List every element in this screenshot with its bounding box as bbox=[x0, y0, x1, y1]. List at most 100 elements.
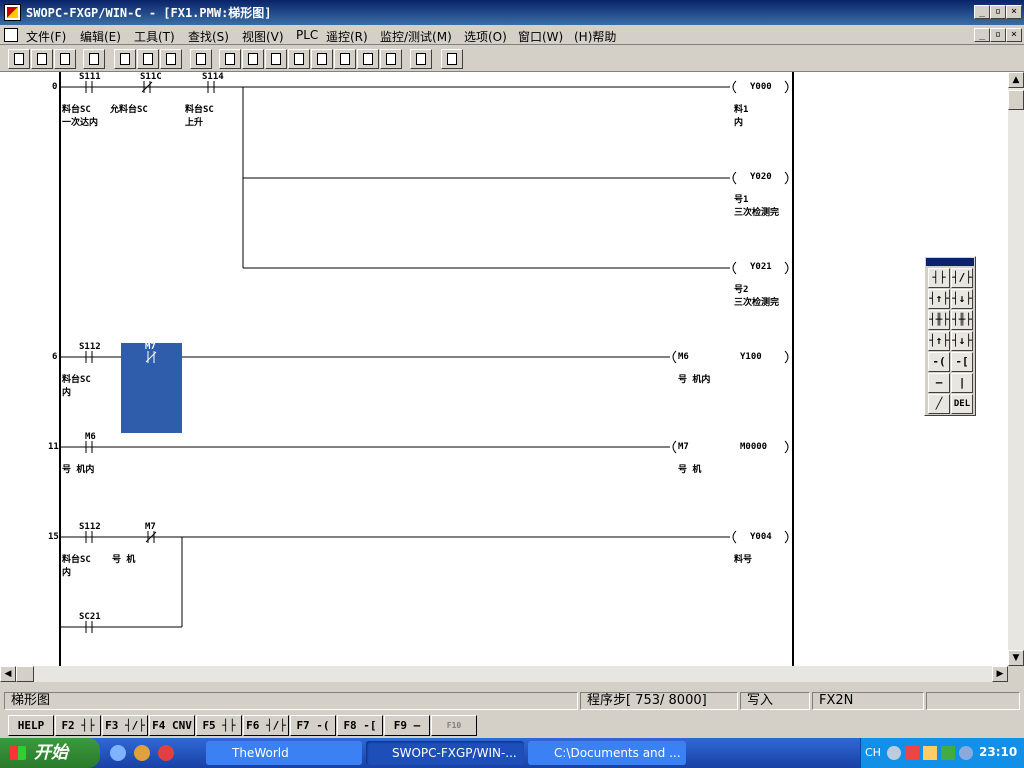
end-icon[interactable] bbox=[311, 49, 333, 69]
palette-rising-edge[interactable]: ┤╫├ bbox=[928, 310, 950, 330]
new-file-icon[interactable] bbox=[8, 49, 30, 69]
coil-label[interactable]: Y004 bbox=[750, 532, 772, 542]
tray-user-icon[interactable] bbox=[923, 746, 937, 760]
clock[interactable]: 23:10 bbox=[979, 745, 1017, 759]
vertical-scroll-thumb[interactable] bbox=[1008, 90, 1024, 110]
f9-line-key[interactable]: F9 — bbox=[384, 715, 430, 736]
contact-label[interactable]: S111 bbox=[79, 72, 101, 82]
minimize-button[interactable]: _ bbox=[974, 5, 990, 19]
doc-close-button[interactable]: × bbox=[1006, 28, 1022, 42]
coil-label[interactable]: Y100 bbox=[740, 352, 762, 362]
document-icon[interactable] bbox=[4, 28, 18, 42]
f2-no-contact-key[interactable]: F2 ┤├ bbox=[55, 715, 101, 736]
monitor-icon[interactable] bbox=[380, 49, 402, 69]
f10-key[interactable]: F10 bbox=[431, 715, 477, 736]
contact-label[interactable]: M7 bbox=[145, 522, 156, 532]
ie-icon[interactable] bbox=[110, 745, 126, 761]
scroll-right-icon[interactable]: ▶ bbox=[992, 666, 1008, 682]
ladder-canvas[interactable]: 0 6 11 15 S111 料台SC 一次达内 S11C 允料台SC S114… bbox=[0, 72, 1008, 666]
taskbar-item-swopc[interactable]: SWOPC-FXGP/WIN-... bbox=[366, 741, 524, 765]
app-icon[interactable] bbox=[4, 4, 21, 21]
menu-tools[interactable]: 工具(T) bbox=[134, 28, 175, 45]
palette-parallel-falling[interactable]: ┤↓├ bbox=[951, 331, 973, 351]
hex-icon[interactable] bbox=[334, 49, 356, 69]
contact-label[interactable]: S112 bbox=[79, 342, 101, 352]
coil-label[interactable]: M7 bbox=[678, 442, 689, 452]
scroll-up-icon[interactable]: ▲ bbox=[1008, 72, 1024, 88]
close-button[interactable]: × bbox=[1006, 5, 1022, 19]
menu-help[interactable]: (H)帮助 bbox=[574, 28, 616, 45]
menu-edit[interactable]: 编辑(E) bbox=[80, 28, 121, 45]
open-file-icon[interactable] bbox=[31, 49, 53, 69]
palette-delete[interactable]: DEL bbox=[951, 394, 973, 414]
copy-icon[interactable] bbox=[137, 49, 159, 69]
contact-label[interactable]: M7 bbox=[145, 342, 156, 352]
list-view-icon[interactable] bbox=[242, 49, 264, 69]
paste-icon[interactable] bbox=[160, 49, 182, 69]
media-icon[interactable] bbox=[134, 745, 150, 761]
tray-volume-icon[interactable] bbox=[959, 746, 973, 760]
palette-coil[interactable]: -( )- bbox=[928, 352, 950, 386]
menu-monitor[interactable]: 监控/测试(M) bbox=[380, 28, 452, 45]
tray-arrow-icon[interactable] bbox=[887, 746, 901, 760]
palette-parallel-nc[interactable]: ┤↓├ bbox=[951, 289, 973, 309]
menu-remote[interactable]: 遥控(R) bbox=[326, 28, 368, 45]
horizontal-scroll-thumb[interactable] bbox=[16, 666, 34, 682]
f7-coil-key[interactable]: F7 -( )- bbox=[290, 715, 336, 751]
contact-label[interactable]: S11C bbox=[140, 72, 162, 82]
f6-contact-key[interactable]: F6 ┤/├ bbox=[243, 715, 289, 736]
contact-label[interactable]: S112 bbox=[79, 522, 101, 532]
doc-restore-button[interactable]: ▫ bbox=[990, 28, 1006, 42]
tray-app-icon[interactable] bbox=[905, 746, 919, 760]
vertical-scrollbar[interactable]: ▲ ▼ bbox=[1008, 72, 1024, 666]
coil-label[interactable]: Y021 bbox=[750, 262, 772, 272]
coil-label[interactable]: Y000 bbox=[750, 82, 772, 92]
f5-contact-key[interactable]: F5 ┤├ bbox=[196, 715, 242, 736]
print-icon[interactable] bbox=[83, 49, 105, 69]
menu-view[interactable]: 视图(V) bbox=[242, 28, 284, 45]
palette-invert[interactable]: ╱ bbox=[928, 394, 950, 414]
save-icon[interactable] bbox=[54, 49, 76, 69]
coil-label[interactable]: M0000 bbox=[740, 442, 767, 452]
menu-file[interactable]: 文件(F) bbox=[26, 28, 66, 45]
palette-parallel-rising[interactable]: ┤↑├ bbox=[928, 331, 950, 351]
menu-window[interactable]: 窗口(W) bbox=[518, 28, 563, 45]
palette-falling-edge[interactable]: ┤╫├ bbox=[951, 310, 973, 330]
doc-minimize-button[interactable]: _ bbox=[974, 28, 990, 42]
ladder-view-icon[interactable] bbox=[219, 49, 241, 69]
print-preview-icon[interactable] bbox=[190, 49, 212, 69]
contact-label[interactable]: S114 bbox=[202, 72, 224, 82]
palette-vertical-line[interactable]: | bbox=[951, 373, 973, 393]
help-key[interactable]: HELP bbox=[8, 715, 54, 736]
scroll-down-icon[interactable]: ▼ bbox=[1008, 650, 1024, 666]
f3-nc-contact-key[interactable]: F3 ┤/├ bbox=[102, 715, 148, 736]
browser-icon[interactable] bbox=[158, 745, 174, 761]
help-icon[interactable] bbox=[441, 49, 463, 69]
menu-plc[interactable]: PLC bbox=[296, 28, 318, 42]
palette-nc-contact[interactable]: ┤/├ bbox=[951, 268, 973, 288]
palette-parallel-no[interactable]: ┤↑├ bbox=[928, 289, 950, 309]
menu-options[interactable]: 选项(O) bbox=[464, 28, 507, 45]
cut-icon[interactable] bbox=[114, 49, 136, 69]
transfer-icon[interactable] bbox=[357, 49, 379, 69]
palette-no-contact[interactable]: ┤├ bbox=[928, 268, 950, 288]
restore-button[interactable]: ▫ bbox=[990, 5, 1006, 19]
tray-network-icon[interactable] bbox=[941, 746, 955, 760]
f8-function-key[interactable]: F8 -[ ]- bbox=[337, 715, 383, 751]
language-indicator[interactable]: CH bbox=[865, 746, 881, 759]
palette-function[interactable]: -[ ]- bbox=[951, 352, 973, 386]
window-icon[interactable] bbox=[410, 49, 432, 69]
palette-title-bar[interactable] bbox=[926, 258, 974, 266]
taskbar-item-explorer[interactable]: C:\Documents and ... bbox=[528, 741, 686, 765]
scroll-left-icon[interactable]: ◀ bbox=[0, 666, 16, 682]
contact-label[interactable]: SC21 bbox=[79, 612, 101, 622]
y10-icon[interactable] bbox=[288, 49, 310, 69]
instruction-palette[interactable]: ┤├ ┤/├ ┤↑├ ┤↓├ ┤╫├ ┤╫├ ┤↑├ ┤↓├ -( )- -[ … bbox=[924, 256, 976, 416]
f4-convert-key[interactable]: F4 CNV bbox=[149, 715, 195, 736]
contact-label[interactable]: M6 bbox=[85, 432, 96, 442]
menu-find[interactable]: 查找(S) bbox=[188, 28, 229, 45]
horizontal-scrollbar[interactable]: ◀ ▶ bbox=[0, 666, 1008, 682]
coil-label[interactable]: M6 bbox=[678, 352, 689, 362]
comment-view-icon[interactable] bbox=[265, 49, 287, 69]
start-button[interactable]: 开始 bbox=[0, 738, 100, 768]
